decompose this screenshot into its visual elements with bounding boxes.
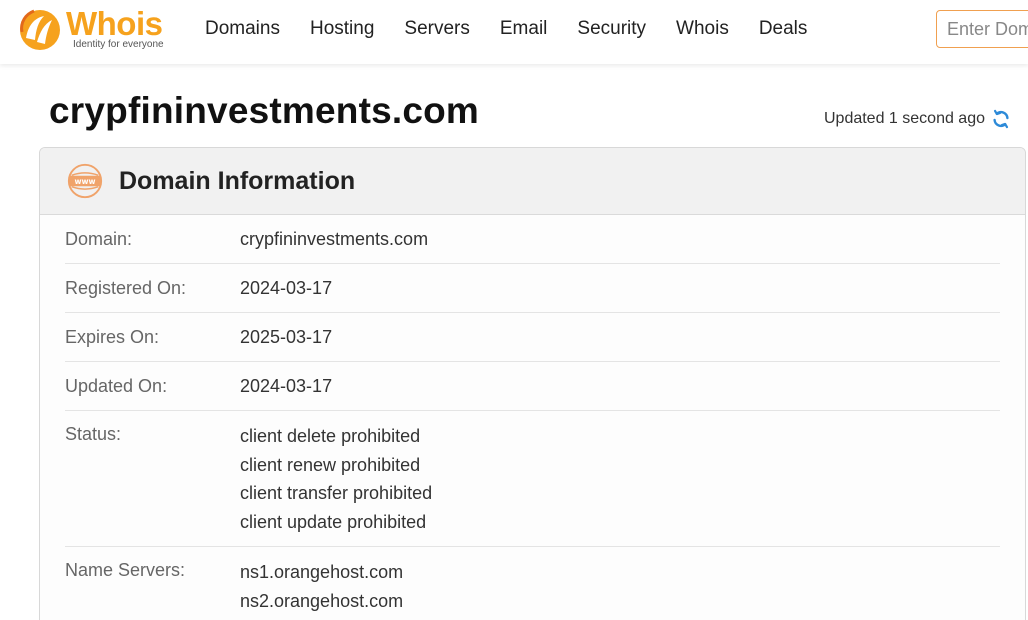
nav-item-whois[interactable]: Whois xyxy=(676,18,729,40)
update-status: Updated 1 second ago xyxy=(824,108,1012,130)
status-value: client delete prohibited xyxy=(240,426,421,446)
info-label: Expires On: xyxy=(65,327,160,347)
status-value: client update prohibited xyxy=(240,511,427,532)
info-value: 2025-03-17 xyxy=(240,327,333,347)
whois-logo[interactable]: Whois Identity for everyone xyxy=(18,5,178,56)
name-server-value: ns1.orangehost.com xyxy=(240,562,404,582)
nav-item-security[interactable]: Security xyxy=(577,18,646,40)
main-nav: Domains Hosting Servers Email Security W… xyxy=(190,0,822,58)
info-row-domain: Domain: crypfininvestments.com xyxy=(65,215,1000,264)
info-row-updated: Updated On: 2024-03-17 xyxy=(65,362,1000,411)
nav-item-hosting[interactable]: Hosting xyxy=(310,18,374,40)
status-value: client transfer prohibited xyxy=(240,483,433,503)
info-row-registered: Registered On: 2024-03-17 xyxy=(65,264,1000,313)
info-value: 2024-03-17 xyxy=(240,376,333,396)
info-label: Name Servers: xyxy=(65,560,186,580)
svg-text:www: www xyxy=(74,177,95,186)
domain-search-input[interactable] xyxy=(936,10,1028,48)
domain-info-rows: Domain: crypfininvestments.com Registere… xyxy=(40,215,1025,620)
updated-text: Updated 1 second ago xyxy=(823,110,985,127)
domain-information-card: www Domain Information Domain: crypfinin… xyxy=(39,147,1026,620)
logo-tagline: Identity for everyone xyxy=(73,39,164,50)
info-value-list: ns1.orangehost.com ns2.orangehost.com xyxy=(240,558,403,615)
info-label: Updated On: xyxy=(65,376,168,396)
info-row-status: Status: client delete prohibited client … xyxy=(65,411,1000,547)
nav-item-domains[interactable]: Domains xyxy=(205,18,280,40)
status-value: client renew prohibited xyxy=(240,454,421,475)
info-row-expires: Expires On: 2025-03-17 xyxy=(65,313,1000,362)
info-value-list: client delete prohibited client renew pr… xyxy=(240,422,432,536)
info-label: Registered On: xyxy=(65,278,187,298)
top-navigation-bar: Whois Identity for everyone Domains Host… xyxy=(0,0,1028,64)
nav-item-servers[interactable]: Servers xyxy=(404,18,469,40)
logo-wordmark: Whois xyxy=(66,5,163,42)
page-title: crypfininvestments.com xyxy=(49,90,480,131)
nav-item-email[interactable]: Email xyxy=(500,18,548,40)
info-value: crypfininvestments.com xyxy=(240,229,429,249)
card-title: Domain Information xyxy=(119,166,356,195)
www-icon: www xyxy=(67,163,103,199)
info-label: Status: xyxy=(65,424,122,444)
info-row-name-servers: Name Servers: ns1.orangehost.com ns2.ora… xyxy=(65,547,1000,620)
nav-item-deals[interactable]: Deals xyxy=(759,18,808,40)
info-value: 2024-03-17 xyxy=(240,278,333,298)
name-server-value: ns2.orangehost.com xyxy=(240,590,404,611)
logo-mark-icon xyxy=(20,9,60,50)
refresh-icon[interactable] xyxy=(990,108,1012,130)
info-label: Domain: xyxy=(65,229,133,249)
card-header: www Domain Information xyxy=(40,148,1025,215)
